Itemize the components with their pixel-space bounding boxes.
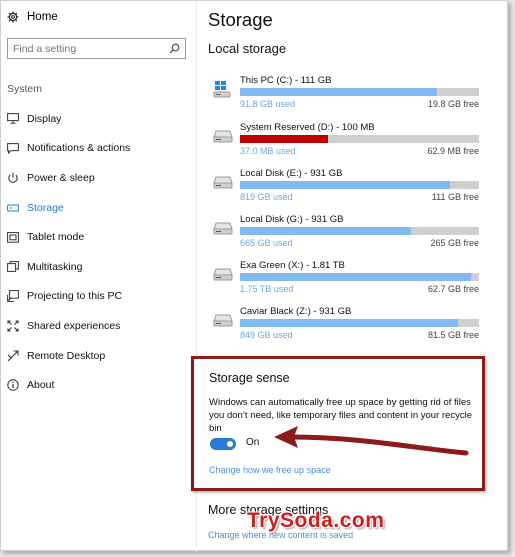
sidebar-item-multitasking[interactable]: Multitasking [7, 252, 192, 282]
shared-experiences-icon [7, 320, 19, 332]
storage-icon [7, 202, 19, 214]
drive-item[interactable]: System Reserved (D:) - 100 MB 37.0 MB us… [208, 122, 483, 162]
storage-sense-toggle[interactable] [210, 438, 236, 450]
sidebar-item-label: Display [27, 112, 62, 125]
home-label: Home [27, 11, 58, 23]
drive-name: Caviar Black (Z:) - 931 GB [240, 306, 352, 317]
drive-used-text: 91.8 GB used [240, 99, 296, 109]
settings-window: Home System Display Notifications & acti… [0, 0, 508, 552]
drive-usage-fill [240, 88, 438, 96]
toggle-knob [227, 441, 233, 447]
tablet-icon [7, 231, 19, 243]
search-box[interactable] [7, 38, 186, 59]
drive-used-text: 819 GB used [240, 192, 293, 202]
system-section-label: System [7, 83, 43, 95]
sidebar-item-remote-desktop[interactable]: Remote Desktop [7, 341, 192, 371]
sidebar-item-projecting[interactable]: Projecting to this PC [7, 282, 192, 312]
drive-item[interactable]: This PC (C:) - 111 GB 91.8 GB used 19.8 … [208, 75, 483, 115]
drive-usage-bar [240, 135, 479, 143]
watermark-logo: TrySoda.com [247, 509, 385, 532]
drive-item[interactable]: Caviar Black (Z:) - 931 GB 849 GB used 8… [208, 306, 483, 346]
drive-free-text: 265 GB free [430, 238, 479, 248]
drive-item[interactable]: Local Disk (G:) - 931 GB 665 GB used 265… [208, 214, 483, 254]
notifications-icon [7, 142, 19, 154]
change-free-up-space-link[interactable]: Change how we free up space [209, 465, 331, 475]
sidebar-item-display[interactable]: Display [7, 104, 192, 134]
sidebar-item-notifications[interactable]: Notifications & actions [7, 134, 192, 164]
drive-used-text: 849 GB used [240, 330, 293, 340]
drive-usage-fill [240, 135, 329, 143]
hard-drive-icon [213, 174, 233, 190]
drive-usage-fill [240, 273, 471, 281]
sidebar-item-label: Power & sleep [27, 171, 95, 184]
search-input[interactable] [13, 42, 163, 55]
drive-name: System Reserved (D:) - 100 MB [240, 122, 375, 133]
sidebar-item-label: Notifications & actions [27, 142, 131, 155]
drive-item[interactable]: Exa Green (X:) - 1.81 TB 1.75 TB used 62… [208, 260, 483, 300]
multitasking-icon [7, 261, 19, 273]
remote-desktop-icon [7, 349, 19, 362]
sidebar-item-label: About [27, 379, 55, 392]
sidebar-item-tablet-mode[interactable]: Tablet mode [7, 222, 192, 252]
hard-drive-icon [213, 220, 233, 236]
drive-usage-bar [240, 273, 479, 281]
drive-free-text: 81.5 GB free [427, 330, 479, 340]
display-icon [7, 113, 19, 125]
page-title: Storage [208, 9, 273, 30]
drive-usage-bar [240, 319, 479, 327]
sidebar-item-power-sleep[interactable]: Power & sleep [7, 163, 192, 193]
sidebar-item-label: Remote Desktop [27, 349, 106, 362]
hard-drive-icon [213, 312, 233, 328]
drive-free-text: 62.7 GB free [427, 284, 479, 294]
sidebar-item-label: Multitasking [27, 260, 83, 273]
drive-free-text: 111 GB free [431, 192, 479, 202]
sidebar: Home System Display Notifications & acti… [1, 1, 196, 552]
drive-usage-fill [240, 181, 451, 189]
drive-item[interactable]: Local Disk (E:) - 931 GB 819 GB used 111… [208, 168, 483, 208]
drive-used-text: 37.0 MB used [240, 146, 296, 156]
windows-drive-icon [213, 81, 233, 98]
sidebar-item-shared-experiences[interactable]: Shared experiences [7, 311, 192, 341]
drive-name: Local Disk (G:) - 931 GB [240, 214, 344, 225]
hard-drive-icon [213, 266, 233, 282]
drive-usage-fill [240, 227, 411, 235]
drive-usage-bar [240, 227, 479, 235]
sidebar-item-label: Storage [27, 201, 64, 214]
sidebar-item-storage[interactable]: Storage [7, 193, 192, 223]
power-icon [7, 172, 19, 184]
gear-icon [7, 11, 19, 23]
storage-sense-panel: Storage sense Windows can automatically … [191, 356, 485, 491]
hard-drive-icon [213, 128, 233, 144]
drive-usage-bar [240, 88, 479, 96]
system-nav-list: Display Notifications & actions Power & … [7, 104, 192, 400]
drive-name: Exa Green (X:) - 1.81 TB [240, 260, 345, 271]
projecting-icon [7, 290, 19, 303]
drive-used-text: 1.75 TB used [240, 284, 294, 294]
sidebar-item-label: Tablet mode [27, 231, 85, 244]
drive-usage-fill [240, 319, 458, 327]
drive-usage-bar [240, 181, 479, 189]
search-icon[interactable] [169, 43, 180, 54]
storage-sense-title: Storage sense [209, 371, 290, 385]
about-icon [7, 379, 19, 391]
drive-used-text: 665 GB used [240, 238, 293, 248]
drive-free-text: 19.8 GB free [427, 99, 479, 109]
sidebar-item-label: Projecting to this PC [27, 290, 123, 303]
home-nav-item[interactable]: Home [7, 11, 58, 23]
drive-free-text: 62.9 MB free [427, 146, 479, 156]
annotation-arrow-icon [274, 426, 469, 456]
sidebar-item-about[interactable]: About [7, 370, 192, 400]
drive-name: Local Disk (E:) - 931 GB [240, 168, 343, 179]
toggle-state-label: On [246, 437, 260, 448]
local-storage-heading: Local storage [208, 41, 287, 56]
sidebar-item-label: Shared experiences [27, 319, 121, 332]
drive-name: This PC (C:) - 111 GB [240, 75, 332, 86]
